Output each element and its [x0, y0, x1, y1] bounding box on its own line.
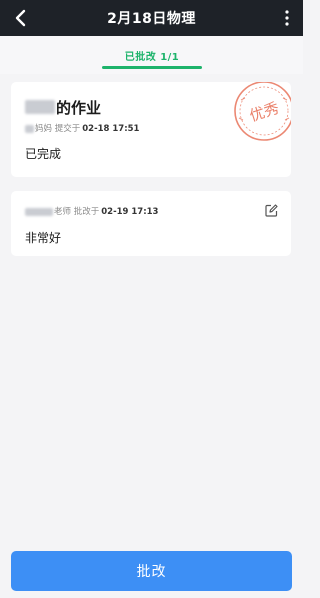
homework-title-suffix: 的作业 [56, 99, 102, 117]
submitter-suffix: 妈妈 [35, 124, 53, 134]
stamp-text: 优秀 [247, 99, 281, 125]
student-name-redacted [25, 100, 55, 114]
homework-card[interactable]: 的作业 妈妈 提交于 02-18 17:51 已完成 优秀 [11, 82, 291, 177]
review-time: 02-19 17:13 [101, 207, 159, 217]
top-app-bar: 2月18日物理 [0, 0, 303, 36]
site-watermark [150, 536, 300, 596]
homework-title: 的作业 [25, 97, 101, 118]
edit-review-button[interactable] [263, 202, 279, 218]
submitter-name-redacted [25, 124, 34, 133]
tab-graded-label: 已批改 1/1 [124, 52, 180, 63]
submit-label: 提交于 [54, 124, 81, 134]
chevron-left-icon [15, 9, 26, 27]
review-card: 老师 批改于 02-19 17:13 非常好 [11, 191, 291, 256]
tab-bar: 已批改 1/1 [0, 36, 303, 74]
edit-icon [264, 203, 278, 217]
page-title: 2月18日物理 [107, 11, 196, 27]
submit-time: 02-18 17:51 [82, 124, 140, 134]
tab-graded[interactable]: 已批改 1/1 [100, 36, 204, 74]
review-info: 老师 批改于 02-19 17:13 [25, 205, 158, 217]
more-options-button[interactable] [277, 4, 297, 32]
review-comment: 非常好 [25, 231, 62, 245]
review-label: 批改于 [73, 207, 100, 217]
submit-info: 妈妈 提交于 02-18 17:51 [25, 122, 139, 134]
teacher-name-redacted [25, 207, 53, 216]
active-tab-indicator [102, 66, 202, 69]
back-button[interactable] [6, 4, 34, 32]
homework-content: 已完成 [25, 147, 62, 161]
excellent-stamp-icon: 优秀 [234, 82, 291, 141]
teacher-suffix: 老师 [54, 207, 72, 217]
more-vertical-icon [285, 10, 289, 26]
